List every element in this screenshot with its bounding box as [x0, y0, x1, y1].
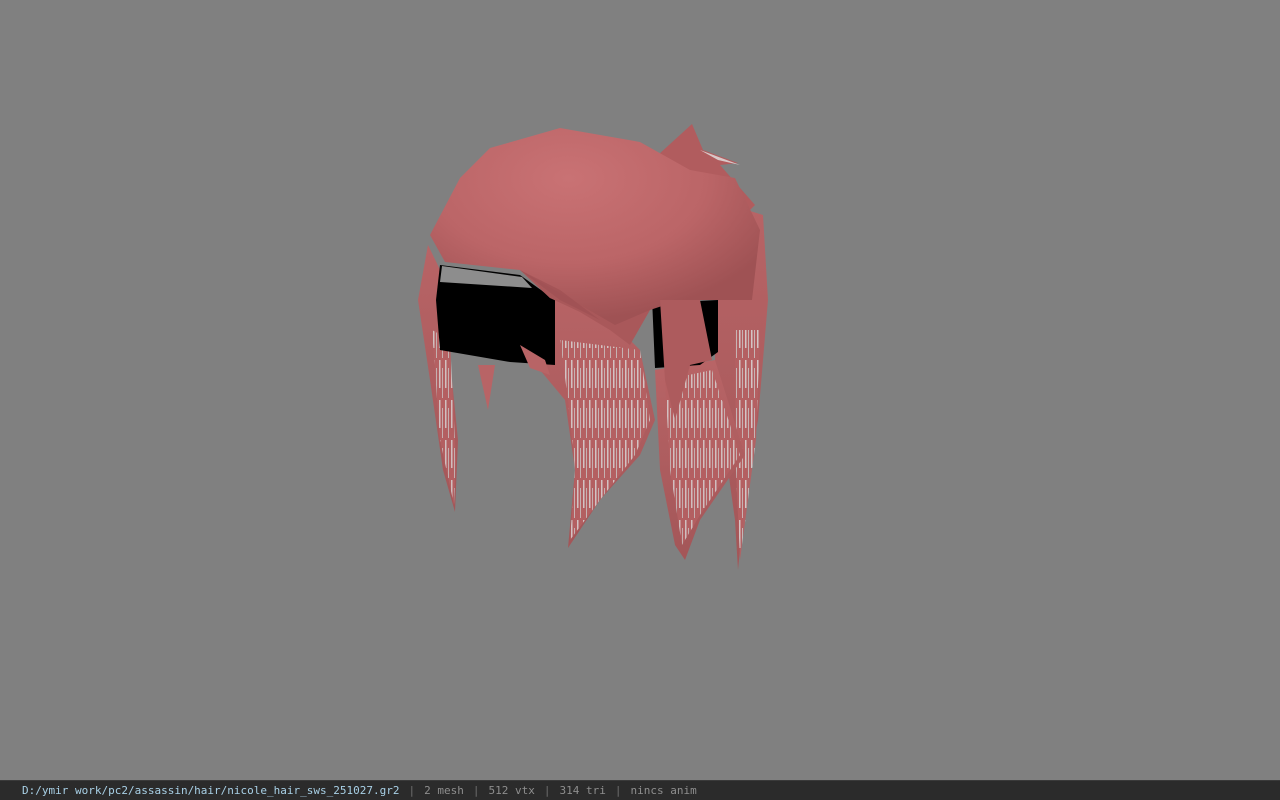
status-separator: | [472, 784, 480, 797]
3d-viewport[interactable] [0, 0, 1280, 780]
status-separator: | [543, 784, 551, 797]
status-separator: | [614, 784, 622, 797]
triangle-count-label: 314 tri [559, 784, 606, 797]
status-separator: | [408, 784, 416, 797]
mesh-count-label: 2 mesh [424, 784, 464, 797]
vertex-count-label: 512 vtx [488, 784, 535, 797]
file-path-label: D:/ymir work/pc2/assassin/hair/nicole_ha… [22, 784, 400, 797]
status-bar: D:/ymir work/pc2/assassin/hair/nicole_ha… [0, 780, 1280, 800]
animation-status-label: nincs anim [630, 784, 697, 797]
hair-model-render [418, 124, 768, 570]
